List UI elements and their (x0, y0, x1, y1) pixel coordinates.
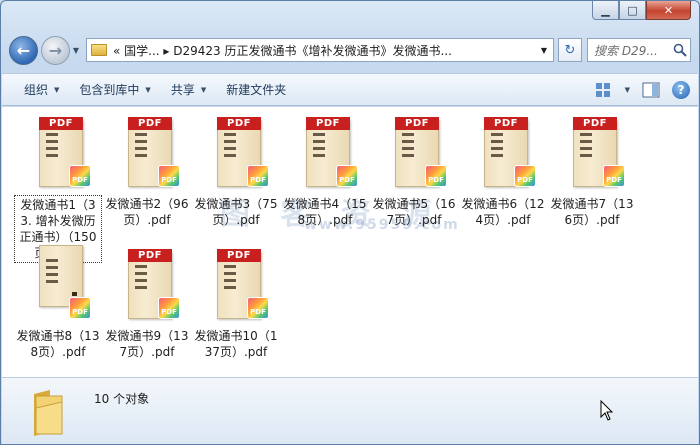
file-name: 发微通书8（138页）.pdf (16, 329, 100, 359)
pdf-app-icon: PDF (603, 165, 625, 187)
include-in-library-menu[interactable]: 包含到库中 ▼ (69, 77, 160, 103)
file-name: 发微通书7（136页）.pdf (550, 197, 634, 227)
file-item[interactable]: PDF PDF 发微通书10（137页）.pdf (192, 245, 280, 361)
refresh-button[interactable]: ↻ (558, 38, 582, 62)
search-placeholder: 搜索 D29... (594, 43, 658, 58)
share-menu[interactable]: 共享 ▼ (161, 77, 216, 103)
pdf-thumbnail: PDF PDF (122, 113, 180, 189)
pdf-app-icon: PDF (247, 297, 269, 319)
file-name: 发微通书2（96页）.pdf (105, 197, 189, 227)
pdf-app-icon: PDF (158, 165, 180, 187)
chevron-down-icon: ▼ (200, 85, 207, 94)
pdf-app-icon: PDF (336, 165, 358, 187)
folder-icon (91, 44, 107, 56)
file-name: 发微通书6（124页）.pdf (461, 197, 545, 227)
navigation-bar: ← → ▼ « 国学... ▸ D29423 历正发微通书《增补发微通书》发微通… (9, 34, 691, 66)
explorer-window: ▁ □ ✕ ← → ▼ « 国学... ▸ D29423 历正发微通书《增补发微… (0, 0, 700, 445)
file-item[interactable]: PDF PDF 发微通书5（167页）.pdf (370, 113, 458, 229)
refresh-icon: ↻ (564, 42, 576, 58)
file-item[interactable]: PDF 发微通书8（138页）.pdf (14, 245, 102, 361)
share-label: 共享 (170, 83, 195, 97)
file-item[interactable]: PDF PDF 发微通书2（96页）.pdf (103, 113, 191, 229)
pdf-app-icon: PDF (247, 165, 269, 187)
pdf-thumbnail: PDF (33, 245, 91, 321)
view-controls: ▼ ? (593, 80, 698, 100)
back-arrow-icon: ← (16, 40, 31, 60)
breadcrumb[interactable]: « 国学... ▸ D29423 历正发微通书《增补发微通书》发微通书... (113, 42, 535, 59)
organize-label: 组织 (24, 83, 49, 97)
pdf-label: PDF (39, 117, 83, 130)
preview-pane-icon (642, 82, 660, 97)
pdf-thumbnail: PDF PDF (33, 113, 91, 189)
pdf-label: PDF (128, 117, 172, 130)
search-icon (670, 43, 690, 57)
address-dropdown-icon[interactable]: ▼ (535, 46, 553, 55)
chevron-down-icon: ▼ (145, 85, 151, 94)
caption-buttons: ▁ □ ✕ (592, 1, 691, 20)
folder-icon (34, 390, 63, 436)
file-item[interactable]: PDF PDF 发微通书6（124页）.pdf (459, 113, 547, 229)
pdf-app-icon: PDF (514, 165, 536, 187)
file-item[interactable]: PDF PDF 发微通书4（158页）.pdf (281, 113, 369, 229)
pdf-thumbnail: PDF PDF (567, 113, 625, 189)
mouse-cursor-icon (600, 400, 614, 421)
minimize-icon: ▁ (601, 3, 610, 17)
file-view[interactable]: 图 客 资 源 www.95959.com PDF PDF 发微通书1（33. 增补… (2, 107, 698, 377)
pdf-app-icon: PDF (158, 297, 180, 319)
help-button[interactable]: ? (672, 80, 690, 99)
address-bar[interactable]: « 国学... ▸ D29423 历正发微通书《增补发微通书》发微通书... ▼ (86, 38, 554, 62)
recent-pages-dropdown[interactable]: ▼ (70, 46, 82, 55)
pdf-label: PDF (484, 117, 528, 130)
view-options-dropdown-icon[interactable]: ▼ (625, 86, 630, 94)
file-item[interactable]: PDFPDF发微通书1（33. 增补发微历正通书）（150页）.pdf (14, 113, 102, 263)
forward-button[interactable]: → (41, 35, 70, 65)
pdf-thumbnail: PDF PDF (122, 245, 180, 321)
close-button[interactable]: ✕ (646, 1, 691, 20)
file-name: 发微通书9（137页）.pdf (105, 329, 189, 359)
pdf-thumbnail: PDF PDF (211, 245, 269, 321)
pdf-label: PDF (217, 117, 261, 130)
new-folder-label: 新建文件夹 (226, 83, 287, 97)
pdf-thumbnail: PDF PDF (389, 113, 447, 189)
new-folder-button[interactable]: 新建文件夹 (216, 77, 296, 103)
file-item[interactable]: PDF PDF 发微通书9（137页）.pdf (103, 245, 191, 361)
file-name: 发微通书5（167页）.pdf (372, 197, 456, 227)
details-pane: 10 个对象 (2, 377, 698, 444)
search-input[interactable]: 搜索 D29... (587, 38, 691, 62)
pdf-label: PDF (128, 249, 172, 262)
pdf-app-icon: PDF (69, 297, 91, 319)
forward-arrow-icon: → (48, 40, 63, 60)
minimize-button[interactable]: ▁ (592, 1, 619, 20)
file-name: 发微通书4（158页）.pdf (283, 197, 367, 227)
command-bar: 组织 ▼ 包含到库中 ▼ 共享 ▼ 新建文件夹 ▼ ? (2, 73, 698, 106)
item-count: 10 个对象 (94, 392, 150, 406)
pdf-label: PDF (395, 117, 439, 130)
maximize-icon: □ (627, 3, 638, 17)
view-grid-icon (595, 82, 610, 97)
pdf-app-icon: PDF (425, 165, 447, 187)
organize-menu[interactable]: 组织 ▼ (14, 77, 69, 103)
pdf-label: PDF (306, 117, 350, 130)
help-icon: ? (677, 82, 685, 97)
pdf-thumbnail: PDF PDF (478, 113, 536, 189)
preview-pane-button[interactable] (640, 80, 662, 100)
pdf-thumbnail: PDF PDF (300, 113, 358, 189)
pdf-app-icon: PDF (69, 165, 91, 187)
change-view-button[interactable] (593, 80, 615, 100)
file-name: 发微通书10（137页）.pdf (194, 329, 278, 359)
pdf-label: PDF (573, 117, 617, 130)
maximize-button[interactable]: □ (619, 1, 646, 20)
pdf-thumbnail: PDF PDF (211, 113, 269, 189)
back-button[interactable]: ← (9, 35, 38, 65)
file-name: 发微通书3（75页）.pdf (194, 197, 278, 227)
pdf-label: PDF (217, 249, 261, 262)
file-item[interactable]: PDF PDF 发微通书7（136页）.pdf (548, 113, 636, 229)
file-item[interactable]: PDF PDF 发微通书3（75页）.pdf (192, 113, 280, 229)
chevron-down-icon: ▼ (54, 85, 60, 94)
close-icon: ✕ (663, 3, 674, 17)
include-library-label: 包含到库中 (79, 83, 140, 97)
